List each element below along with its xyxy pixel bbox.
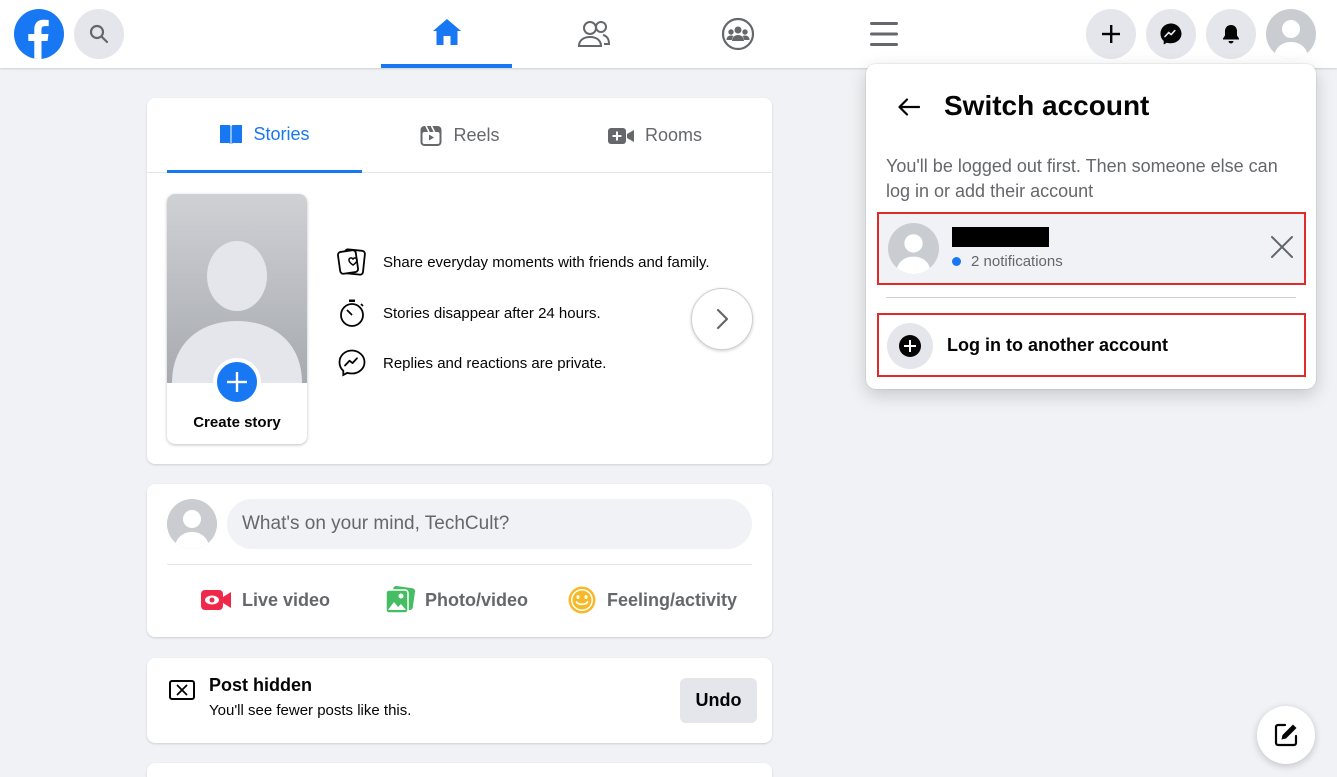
tab-reels-label: Reels: [453, 125, 500, 145]
search-icon: [89, 24, 109, 44]
smiley-icon: [568, 586, 596, 614]
tab-stories-label: Stories: [253, 123, 310, 144]
tab-rooms[interactable]: Rooms: [557, 98, 752, 173]
book-icon: [220, 125, 243, 144]
login-another-account-label: Log in to another account: [947, 335, 1168, 355]
story-info-text: Share everyday moments with friends and …: [383, 253, 710, 271]
dropdown-divider: [886, 297, 1296, 298]
redacted-account-name: [952, 227, 1049, 247]
avatar[interactable]: [167, 499, 217, 549]
stopwatch-icon: [340, 299, 364, 327]
notification-dot-icon: [952, 257, 961, 266]
post-composer-card: What's on your mind, TechCult? Live vide…: [147, 484, 772, 637]
story-info-text: Replies and reactions are private.: [383, 354, 607, 372]
next-post-card: [147, 763, 772, 777]
story-info-item: Share everyday moments with friends and …: [337, 248, 710, 276]
account-avatar-button[interactable]: [1266, 9, 1316, 59]
tab-rooms-label: Rooms: [644, 125, 702, 145]
edit-icon: [1274, 723, 1298, 747]
arrow-left-icon: [898, 98, 920, 116]
messenger-icon: [1160, 23, 1182, 45]
live-video-label: Live video: [242, 589, 331, 610]
nav-groups-tab[interactable]: [672, 0, 803, 68]
avatar: [888, 223, 939, 274]
messenger-button[interactable]: [1146, 9, 1196, 59]
tab-reels[interactable]: Reels: [362, 98, 557, 173]
composer-divider: [167, 564, 752, 565]
undo-button[interactable]: Undo: [680, 678, 757, 723]
nav-menu-tab[interactable]: [818, 0, 949, 68]
close-icon: [1271, 236, 1293, 258]
plus-icon: [227, 372, 247, 392]
photo-video-label: Photo/video: [425, 589, 528, 610]
post-hidden-card: Post hidden You'll see fewer posts like …: [147, 658, 772, 743]
friends-icon: [577, 21, 610, 47]
notifications-button[interactable]: [1206, 9, 1256, 59]
feeling-activity-button[interactable]: Feeling/activity: [567, 582, 737, 618]
bell-icon: [1223, 25, 1239, 44]
account-notification-count: 2 notifications: [952, 253, 1063, 270]
plus-icon: [1102, 25, 1120, 43]
switch-account-description: You'll be logged out first. Then someone…: [886, 156, 1278, 201]
story-profile-photo: [167, 194, 307, 383]
photo-video-button[interactable]: Photo/video: [385, 582, 528, 618]
story-info-item: Replies and reactions are private.: [337, 348, 606, 378]
menu-icon: [869, 22, 898, 46]
post-composer-input[interactable]: What's on your mind, TechCult?: [227, 499, 752, 549]
stories-tabs: Stories Reels Rooms: [147, 98, 772, 173]
back-button[interactable]: [894, 92, 924, 122]
avatar: [1274, 20, 1308, 59]
hidden-post-icon: [169, 680, 195, 700]
saved-account-row[interactable]: 2 notifications: [877, 212, 1306, 285]
switch-account-dropdown: Switch account You'll be logged out firs…: [866, 64, 1316, 389]
facebook-logo-icon[interactable]: [14, 9, 64, 59]
post-hidden-title: Post hidden: [209, 675, 312, 695]
live-video-icon: [201, 590, 231, 610]
post-hidden-subtitle: You'll see fewer posts like this.: [209, 702, 412, 719]
messenger-icon: [338, 349, 366, 377]
groups-icon: [721, 17, 754, 51]
story-info-item: Stories disappear after 24 hours.: [337, 298, 601, 328]
new-message-button[interactable]: [1257, 706, 1315, 764]
tab-stories[interactable]: Stories: [167, 98, 362, 173]
search-button[interactable]: [74, 9, 124, 59]
stories-card: Stories Reels Rooms Create story Share e…: [147, 98, 772, 464]
story-info-text: Stories disappear after 24 hours.: [383, 304, 601, 322]
feeling-activity-label: Feeling/activity: [607, 589, 738, 610]
top-navigation-bar: [0, 0, 1337, 68]
stories-next-button[interactable]: [691, 288, 753, 350]
reels-icon: [420, 125, 442, 146]
close-icon: [176, 684, 188, 696]
video-plus-icon: [607, 127, 634, 144]
create-story-plus-button[interactable]: [213, 358, 261, 406]
photo-icon: [385, 586, 415, 614]
switch-account-title: Switch account: [944, 90, 1150, 121]
home-icon: [432, 19, 461, 45]
create-story-label: Create story: [193, 414, 281, 431]
nav-friends-tab[interactable]: [528, 0, 659, 68]
create-button[interactable]: [1086, 9, 1136, 59]
login-another-account-button[interactable]: Log in to another account: [877, 313, 1306, 377]
live-video-button[interactable]: Live video: [200, 582, 330, 618]
plus-circle-icon: [887, 323, 933, 369]
chevron-right-icon: [716, 308, 729, 330]
nav-home-tab[interactable]: [381, 0, 512, 68]
photo-heart-icon: [337, 248, 366, 276]
account-notifications-label: 2 notifications: [971, 253, 1063, 270]
remove-account-button[interactable]: [1267, 232, 1297, 262]
